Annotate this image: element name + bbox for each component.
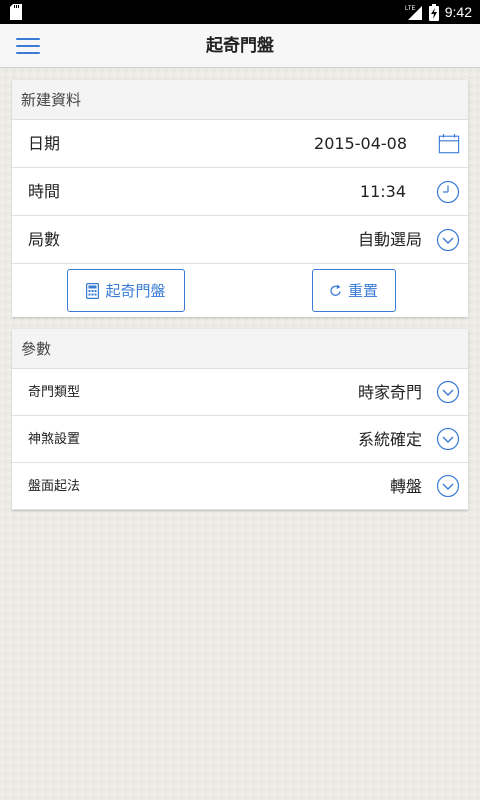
calendar-icon[interactable]	[438, 133, 460, 155]
battery-charging-icon	[428, 3, 439, 21]
app-title: 起奇門盤	[206, 36, 274, 56]
qimen-type-row[interactable]: 奇門類型 時家奇門	[12, 369, 468, 416]
new-data-panel: 新建資料 日期 2015-04-08 時間 11:34 局數 自動選局 起奇門盤…	[12, 80, 468, 317]
status-time: 9:42	[444, 4, 472, 20]
qimen-type-label: 奇門類型	[28, 385, 81, 400]
ju-value[interactable]: 自動選局	[358, 216, 422, 264]
calculate-chart-button[interactable]: 起奇門盤	[67, 269, 185, 312]
date-value[interactable]: 2015-04-08	[314, 120, 407, 168]
chevron-down-icon[interactable]	[436, 427, 460, 451]
time-label: 時間	[28, 182, 61, 201]
sd-card-icon	[10, 4, 22, 20]
refresh-icon	[330, 284, 341, 296]
shensha-row[interactable]: 神煞設置 系統確定	[12, 416, 468, 463]
plate-method-label: 盤面起法	[28, 479, 81, 494]
time-row[interactable]: 時間 11:34	[12, 168, 468, 216]
plate-method-value[interactable]: 轉盤	[390, 463, 422, 510]
status-bar: LTE 9:42	[0, 0, 480, 24]
date-label: 日期	[28, 134, 61, 153]
time-value[interactable]: 11:34	[360, 168, 406, 216]
params-panel: 參數 奇門類型 時家奇門 神煞設置 系統確定 盤面起法 轉盤	[12, 329, 468, 510]
date-row[interactable]: 日期 2015-04-08	[12, 120, 468, 168]
clock-icon[interactable]	[436, 180, 460, 204]
new-data-header: 新建資料	[12, 80, 468, 120]
params-header: 參數	[12, 329, 468, 369]
menu-button[interactable]	[16, 38, 40, 54]
reset-button[interactable]: 重置	[312, 269, 396, 312]
app-bar: 起奇門盤	[0, 24, 480, 68]
ju-label: 局數	[28, 230, 61, 249]
plate-method-row[interactable]: 盤面起法 轉盤	[12, 463, 468, 510]
calculate-chart-label: 起奇門盤	[105, 282, 166, 300]
svg-text:LTE: LTE	[405, 6, 416, 12]
lte-signal-icon: LTE	[405, 6, 422, 20]
calculator-icon	[86, 282, 100, 299]
chevron-down-icon[interactable]	[436, 228, 460, 252]
chevron-down-icon[interactable]	[436, 380, 460, 404]
reset-label: 重置	[347, 282, 378, 300]
hamburger-menu-icon	[16, 38, 40, 40]
shensha-label: 神煞設置	[28, 432, 81, 447]
action-buttons: 起奇門盤 重置	[12, 264, 468, 317]
ju-row[interactable]: 局數 自動選局	[12, 216, 468, 264]
chevron-down-icon[interactable]	[436, 474, 460, 498]
shensha-value[interactable]: 系統確定	[358, 416, 422, 463]
qimen-type-value[interactable]: 時家奇門	[358, 369, 422, 416]
